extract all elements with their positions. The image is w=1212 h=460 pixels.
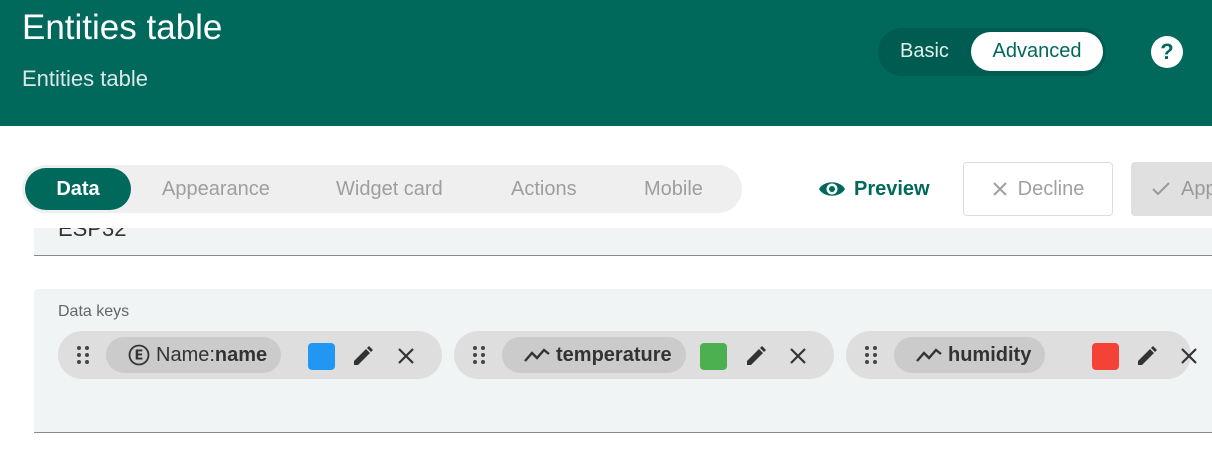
data-key-label[interactable]: E Name: name — [106, 337, 282, 373]
pencil-icon[interactable] — [1135, 344, 1159, 368]
mode-advanced-button[interactable]: Advanced — [971, 32, 1103, 71]
device-field-value: ESP32 — [58, 228, 127, 241]
mode-basic-button[interactable]: Basic — [900, 40, 949, 63]
data-key-name: name — [214, 343, 268, 366]
pencil-icon[interactable] — [351, 344, 375, 368]
tab-appearance[interactable]: Appearance — [162, 165, 270, 213]
preview-button[interactable]: Preview — [818, 172, 930, 206]
device-field[interactable]: ESP32 — [34, 228, 1212, 256]
help-icon[interactable]: ? — [1151, 36, 1183, 68]
tab-actions[interactable]: Actions — [511, 165, 577, 213]
data-keys-field: Data keys E Name: name temperature humid… — [34, 289, 1212, 433]
pencil-icon[interactable] — [744, 344, 768, 368]
data-keys-label: Data keys — [58, 303, 130, 320]
close-icon[interactable] — [394, 344, 418, 368]
config-tabs: Data Appearance Widget card Actions Mobi… — [22, 165, 742, 213]
tab-data[interactable]: Data — [25, 168, 131, 210]
close-icon — [992, 182, 1007, 196]
decline-label: Decline — [1017, 177, 1085, 200]
data-key-name: humidity — [948, 343, 1032, 366]
data-key-chip-humidity: humidity — [846, 331, 1197, 379]
close-icon[interactable] — [786, 344, 810, 368]
tab-widget-card[interactable]: Widget card — [336, 165, 443, 213]
mode-toggle: Basic Advanced — [878, 28, 1106, 76]
data-key-chip-name: E Name: name — [58, 331, 442, 379]
data-key-name: temperature — [556, 343, 672, 366]
data-key-label[interactable]: humidity — [894, 337, 1046, 373]
color-swatch[interactable] — [308, 343, 335, 370]
eye-icon — [819, 182, 845, 196]
preview-label: Preview — [854, 177, 930, 200]
drag-handle-icon[interactable] — [76, 345, 90, 365]
color-swatch[interactable] — [700, 343, 727, 370]
data-key-label[interactable]: temperature — [502, 337, 686, 373]
color-swatch[interactable] — [1092, 343, 1119, 370]
decline-button[interactable]: Decline — [963, 162, 1113, 216]
page-title: Entities table — [22, 8, 223, 47]
apply-button[interactable]: Apply — [1131, 162, 1212, 216]
widget-config-header: Entities table Entities table Basic Adva… — [0, 0, 1212, 126]
data-key-chip-temperature: temperature — [454, 331, 834, 379]
svg-text:E: E — [135, 349, 144, 364]
drag-handle-icon[interactable] — [472, 345, 486, 365]
tab-mobile[interactable]: Mobile — [644, 165, 703, 213]
timeseries-icon — [524, 348, 550, 362]
data-key-prefix: Name: — [156, 343, 215, 366]
entity-field-icon: E — [128, 344, 150, 366]
apply-label: Apply — [1181, 177, 1212, 200]
check-icon — [1152, 182, 1170, 196]
page-subtitle: Entities table — [22, 66, 148, 91]
drag-handle-icon[interactable] — [864, 345, 878, 365]
close-icon[interactable] — [1177, 344, 1201, 368]
timeseries-icon — [916, 348, 942, 362]
